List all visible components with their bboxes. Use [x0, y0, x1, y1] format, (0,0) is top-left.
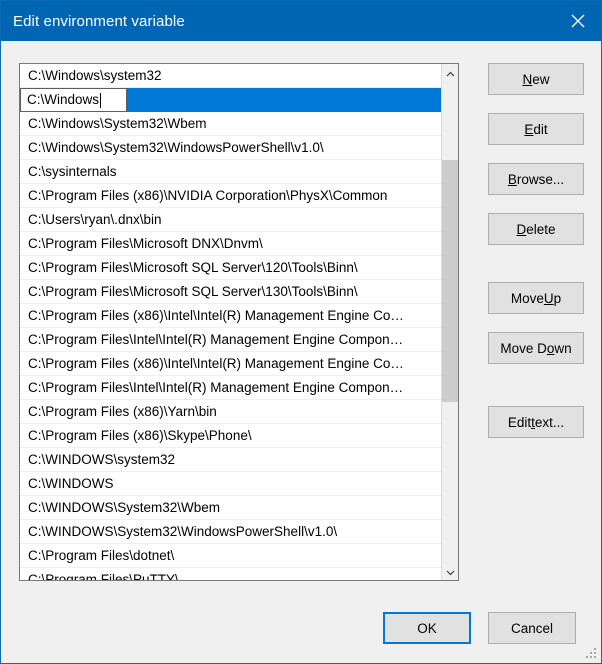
delete-button[interactable]: Delete	[488, 213, 584, 245]
edit-environment-variable-dialog: Edit environment variable C:\Windows\sys…	[0, 0, 602, 664]
move-down-button-prefix: Move D	[500, 340, 547, 356]
chevron-down-icon	[446, 563, 455, 581]
move-down-button[interactable]: Move Do wn	[488, 332, 584, 364]
delete-button-accel: D	[516, 221, 527, 237]
move-up-button[interactable]: Move Up	[488, 282, 584, 314]
chevron-up-icon	[446, 64, 455, 82]
cancel-button[interactable]: Cancel	[488, 612, 576, 644]
footer-separator	[1, 587, 601, 588]
browse-button-accel: B	[507, 171, 517, 187]
list-item[interactable]: C:\Program Files (x86)\NVIDIA Corporatio…	[20, 184, 441, 208]
list-item[interactable]: C:\Program Files (x86)\Intel\Intel(R) Ma…	[20, 352, 441, 376]
list-item[interactable]: C:\Program Files (x86)\Intel\Intel(R) Ma…	[20, 304, 441, 328]
scroll-down-button[interactable]	[442, 563, 458, 581]
inline-edit-input[interactable]: C:\Windows	[20, 88, 127, 111]
list-item[interactable]: C:\Program Files\dotnet\	[20, 544, 441, 568]
move-up-button-prefix: Move	[510, 290, 544, 306]
move-down-button-suffix: wn	[554, 340, 572, 356]
close-button[interactable]	[555, 1, 601, 41]
window-title: Edit environment variable	[13, 12, 185, 30]
edit-text-button-prefix: Edit	[507, 414, 532, 430]
list-item[interactable]: C:\WINDOWS\system32	[20, 448, 441, 472]
inline-edit-value: C:\Windows	[27, 92, 100, 107]
list-item[interactable]: C:\Program Files\Intel\Intel(R) Manageme…	[20, 376, 441, 400]
list-item[interactable]: C:\sysinternals	[20, 160, 441, 184]
new-button-suffix: ew	[532, 71, 550, 87]
list-item[interactable]: C:\Program Files\Intel\Intel(R) Manageme…	[20, 328, 441, 352]
list-item[interactable]: C:\Users\ryan\.dnx\bin	[20, 208, 441, 232]
list-item[interactable]: C:\Program Files\Microsoft SQL Server\12…	[20, 256, 441, 280]
list-item[interactable]: C:\Windows\System32\WindowsPowerShell\v1…	[20, 136, 441, 160]
move-up-button-accel: U	[543, 290, 554, 306]
list-item[interactable]: C:\Program Files\PuTTY\	[20, 568, 441, 580]
edit-button[interactable]: Edit	[488, 113, 584, 145]
list-item-editing[interactable]: C:\Windows	[20, 88, 441, 112]
list-scrollbar[interactable]	[441, 64, 458, 580]
delete-button-suffix: elete	[526, 221, 556, 237]
resize-grip[interactable]	[586, 648, 598, 660]
browse-button[interactable]: Browse...	[488, 163, 584, 195]
titlebar: Edit environment variable	[1, 1, 601, 41]
list-item[interactable]: C:\Program Files (x86)\Skype\Phone\	[20, 424, 441, 448]
new-button[interactable]: New	[488, 63, 584, 95]
close-icon	[571, 14, 585, 28]
path-list[interactable]: C:\Windows\system32 C:\Windows C:\Window…	[19, 63, 459, 581]
new-button-accel: N	[522, 71, 533, 87]
edit-button-accel: E	[524, 121, 534, 137]
move-up-button-suffix: p	[553, 290, 562, 306]
scrollbar-thumb[interactable]	[442, 160, 458, 402]
edit-text-button-suffix: ext...	[534, 414, 565, 430]
ok-button[interactable]: OK	[383, 612, 471, 644]
browse-button-suffix: rowse...	[516, 171, 565, 187]
list-item[interactable]: C:\WINDOWS\System32\Wbem	[20, 496, 441, 520]
list-item[interactable]: C:\Program Files\Microsoft SQL Server\13…	[20, 280, 441, 304]
path-list-rows: C:\Windows\system32 C:\Windows C:\Window…	[20, 64, 441, 580]
list-item[interactable]: C:\WINDOWS	[20, 472, 441, 496]
edit-button-suffix: dit	[533, 121, 548, 137]
list-item[interactable]: C:\Windows\System32\Wbem	[20, 112, 441, 136]
scroll-up-button[interactable]	[442, 64, 458, 82]
text-caret	[100, 92, 102, 108]
list-item[interactable]: C:\WINDOWS\System32\WindowsPowerShell\v1…	[20, 520, 441, 544]
edit-text-button[interactable]: Edit t ext...	[488, 406, 584, 438]
list-item[interactable]: C:\Program Files (x86)\Yarn\bin	[20, 400, 441, 424]
list-item[interactable]: C:\Windows\system32	[20, 64, 441, 88]
list-item[interactable]: C:\Program Files\Microsoft DNX\Dnvm\	[20, 232, 441, 256]
